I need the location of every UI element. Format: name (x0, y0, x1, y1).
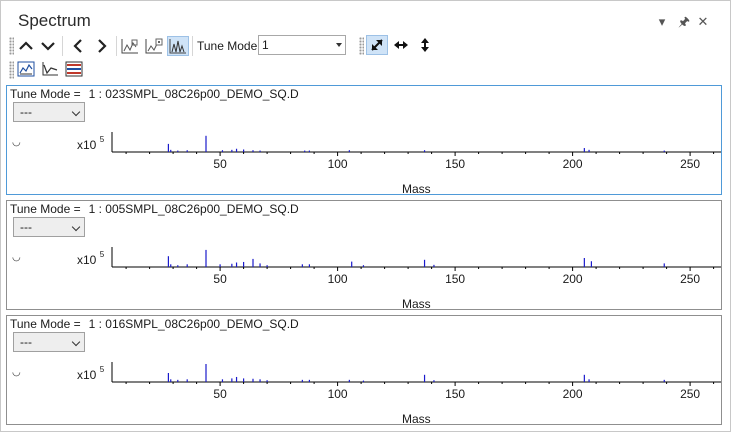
x-tick-label: 100 (328, 272, 348, 286)
autoscale-x-icon (394, 41, 408, 49)
chevron-down-button[interactable] (37, 36, 59, 56)
spectrum-panel[interactable]: Tune Mode = 1 : 016SMPL_08C26p00_DEMO_SQ.… (6, 315, 723, 426)
list-color-button[interactable] (63, 59, 85, 79)
spectrum-window: Spectrum ▾ 🖈 ✕ Tune Mode: 1 Tune Mode = … (0, 0, 731, 432)
x-tick-label: 150 (445, 387, 465, 401)
chevron-left-icon (73, 39, 82, 53)
autoscale-y-icon (421, 38, 429, 52)
window-menu-icon[interactable]: ▾ (655, 15, 669, 29)
tune-mode-select[interactable]: 1 (258, 35, 346, 55)
toolbar-separator (62, 36, 63, 56)
x-tick-label: 250 (680, 272, 700, 286)
chevron-right-icon (98, 39, 107, 53)
x-tick-label: 100 (328, 157, 348, 171)
autoscale-y-button[interactable] (414, 35, 436, 55)
toolbar-grip[interactable] (9, 37, 14, 55)
tune-mode-value: 1 (262, 38, 269, 52)
x-tick-label: 50 (213, 157, 227, 171)
window-title: Spectrum (18, 11, 91, 30)
x-tick-label: 200 (563, 387, 583, 401)
line-chart-button[interactable] (39, 59, 61, 79)
toolbar-separator (192, 36, 193, 56)
spectrum-plot[interactable]: 50 100 150 200 250 (7, 316, 723, 426)
x-axis-label: Mass (402, 182, 431, 196)
bar-chart-icon (17, 61, 35, 77)
autoscale-both-button[interactable] (366, 35, 388, 55)
autoscale-x-button[interactable] (390, 35, 412, 55)
chevron-down-icon (336, 43, 342, 47)
x-axis-label: Mass (402, 297, 431, 311)
spectrum-panel[interactable]: Tune Mode = 1 : 005SMPL_08C26p00_DEMO_SQ.… (6, 200, 723, 311)
toolbar-grip[interactable] (9, 61, 14, 79)
line-chart-icon (42, 62, 58, 76)
tune-mode-label: Tune Mode: (197, 39, 261, 53)
spectrum-plot[interactable]: 50 100 150 200 250 (7, 86, 723, 196)
close-icon[interactable]: ✕ (696, 15, 710, 29)
spectrum-plot[interactable]: 50 100 150 200 250 (7, 201, 723, 311)
spectrum-peaks-button[interactable] (167, 36, 189, 56)
spectrum-peaks-icon (169, 39, 186, 54)
overlay-spectrum-icon (121, 39, 138, 54)
chevron-up-button[interactable] (15, 36, 37, 56)
bar-chart-button[interactable] (15, 59, 37, 79)
chevron-right-button[interactable] (91, 36, 113, 56)
autoscale-both-icon (371, 39, 383, 51)
spectrum-settings-icon (145, 38, 163, 54)
x-tick-label: 150 (445, 272, 465, 286)
x-tick-label: 200 (563, 157, 583, 171)
list-color-icon (65, 61, 83, 77)
x-tick-label: 50 (213, 387, 227, 401)
spectrum-settings-button[interactable] (143, 36, 165, 56)
x-tick-label: 250 (680, 157, 700, 171)
chevron-left-button[interactable] (67, 36, 89, 56)
x-tick-label: 150 (445, 157, 465, 171)
chevron-up-icon (19, 41, 33, 50)
x-tick-label: 50 (213, 272, 227, 286)
x-axis-label: Mass (402, 412, 431, 426)
spectrum-panel[interactable]: Tune Mode = 1 : 023SMPL_08C26p00_DEMO_SQ.… (6, 85, 723, 196)
toolbar-separator (116, 36, 117, 56)
overlay-spectrum-button[interactable] (119, 36, 141, 56)
x-tick-label: 100 (328, 387, 348, 401)
x-tick-label: 250 (680, 387, 700, 401)
toolbar-grip[interactable] (359, 37, 364, 55)
chevron-down-icon (41, 42, 55, 51)
pin-icon[interactable]: 🖈 (677, 15, 691, 29)
x-tick-label: 200 (563, 272, 583, 286)
